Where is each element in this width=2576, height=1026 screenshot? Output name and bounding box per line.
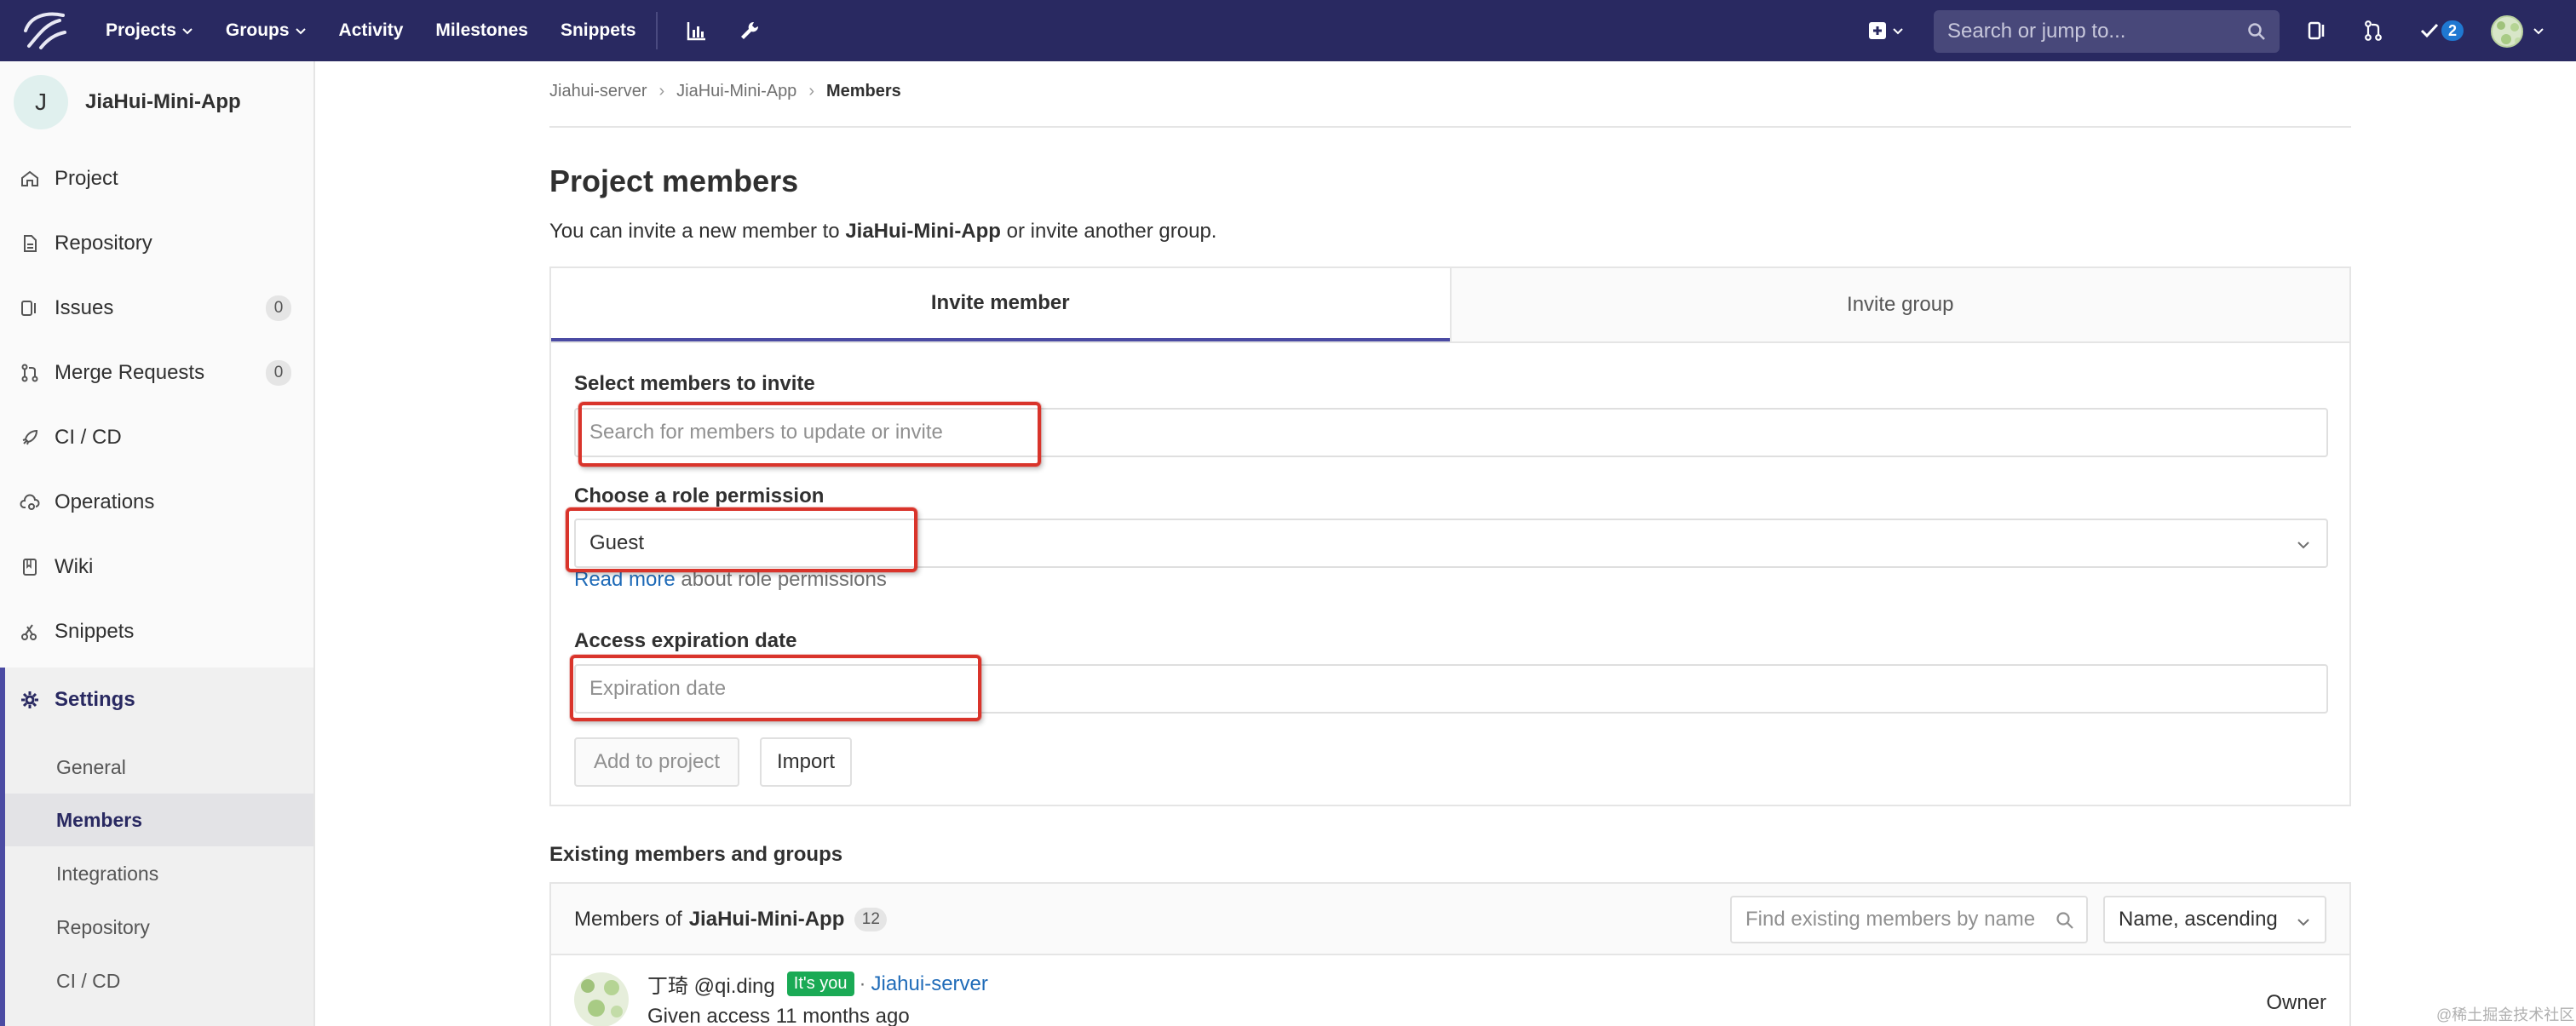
project-sidebar: J JiaHui-Mini-App Project Repository Iss… (0, 61, 315, 1026)
todo-count-badge[interactable]: 2 (2441, 20, 2464, 41)
global-search-input[interactable]: Search or jump to... (1934, 10, 2280, 53)
wrench-icon[interactable] (736, 17, 763, 44)
breadcrumb-chevron-icon: › (808, 82, 814, 100)
tab-invite-group[interactable]: Invite group (1449, 268, 2350, 341)
sidebar-project-name: JiaHui-Mini-App (85, 90, 241, 113)
read-more-link[interactable]: Read more (574, 568, 676, 591)
breadcrumb-chevron-icon: › (658, 82, 665, 100)
search-icon (2056, 912, 2073, 929)
member-group-link[interactable]: Jiahui-server (871, 972, 988, 996)
sidebar-item-project[interactable]: Project (0, 146, 313, 211)
settings-sub-general[interactable]: General (5, 741, 313, 794)
watermark: @稀土掘金技术社区 (2436, 1006, 2575, 1023)
doc-icon (19, 232, 41, 255)
page-title: Project members (549, 163, 799, 198)
invite-tabs: Invite member Invite group (551, 268, 2349, 343)
gitlab-logo-icon[interactable] (22, 9, 68, 53)
merge-request-icon (19, 362, 41, 384)
member-name-line: 丁琦 @qi.ding It's you · Jiahui-server (647, 969, 988, 999)
nav-divider (656, 12, 658, 49)
search-icon (2248, 23, 2265, 40)
sidebar-item-merge-requests[interactable]: Merge Requests 0 (0, 341, 313, 405)
sidebar-item-ci-cd[interactable]: CI / CD (0, 405, 313, 470)
merge-requests-count-badge: 0 (266, 360, 291, 386)
member-avatar[interactable] (574, 972, 629, 1026)
merge-request-icon[interactable] (2360, 17, 2387, 44)
top-navbar: Projects Groups Activity Milestones Snip… (0, 0, 2576, 61)
chevron-down-icon (295, 28, 306, 35)
settings-sub-ci-cd[interactable]: CI / CD (5, 954, 313, 1007)
chevron-down-icon (182, 28, 193, 35)
tab-invite-member[interactable]: Invite member (551, 268, 1450, 341)
settings-sub-repository[interactable]: Repository (5, 901, 313, 954)
its-you-badge: It's you (786, 972, 854, 996)
chevron-down-icon[interactable] (2530, 17, 2547, 44)
breadcrumb-current[interactable]: Members (826, 82, 901, 101)
chevron-down-icon (2297, 919, 2309, 926)
sort-select[interactable]: Name, ascending (2103, 896, 2326, 943)
existing-members-title: Existing members and groups (549, 843, 843, 866)
add-to-project-button[interactable]: Add to project (574, 737, 739, 787)
members-of-label: Members of JiaHui-Mini-App 12 (574, 908, 888, 931)
sidebar-item-operations[interactable]: Operations (0, 470, 313, 535)
member-role: Owner (2266, 991, 2326, 1014)
nav-activity[interactable]: Activity (339, 20, 404, 41)
gear-icon (19, 689, 41, 711)
breadcrumb-divider (549, 126, 2351, 128)
book-icon (19, 556, 41, 578)
issues-icon[interactable] (2303, 17, 2331, 44)
scissors-icon (19, 621, 41, 643)
plus-square-icon[interactable] (1864, 17, 1891, 44)
sidebar-project-header[interactable]: J JiaHui-Mini-App (14, 75, 241, 129)
import-button[interactable]: Import (760, 737, 852, 787)
expiration-date-input[interactable]: Expiration date (574, 664, 2328, 714)
chevron-down-icon[interactable] (1889, 17, 1906, 44)
expiration-label: Access expiration date (574, 629, 797, 652)
member-name[interactable]: 丁琦 @qi.ding (647, 969, 775, 999)
breadcrumb: Jiahui-server › JiaHui-Mini-App › Member… (549, 82, 901, 101)
rocket-icon (19, 427, 41, 449)
members-panel-header: Members of JiaHui-Mini-App 12 Find exist… (551, 884, 2349, 955)
sidebar-item-wiki[interactable]: Wiki (0, 535, 313, 599)
home-icon (19, 168, 41, 190)
user-avatar[interactable] (2491, 15, 2523, 48)
breadcrumb-group[interactable]: Jiahui-server (549, 82, 647, 101)
cloud-gear-icon (19, 491, 41, 513)
sidebar-item-snippets[interactable]: Snippets (0, 599, 313, 664)
member-row: 丁琦 @qi.ding It's you · Jiahui-server Giv… (551, 957, 2349, 1026)
sidebar-item-repository[interactable]: Repository (0, 211, 313, 276)
member-access-text: Given access 11 months ago (647, 1005, 910, 1026)
nav-milestones[interactable]: Milestones (435, 20, 528, 41)
project-avatar: J (14, 75, 68, 129)
breadcrumb-project[interactable]: JiaHui-Mini-App (676, 82, 796, 101)
settings-sub-integrations[interactable]: Integrations (5, 847, 313, 900)
chart-icon[interactable] (683, 17, 710, 44)
nav-groups[interactable]: Groups (226, 20, 307, 41)
nav-projects[interactable]: Projects (106, 20, 193, 41)
issues-count-badge: 0 (266, 295, 291, 321)
find-members-input[interactable]: Find existing members by name (1730, 896, 2088, 943)
role-permission-select[interactable]: Guest (574, 519, 2328, 568)
settings-group: Settings General Members Integrations Re… (0, 668, 313, 1026)
todo-check-icon[interactable] (2416, 17, 2443, 44)
role-permission-label: Choose a role permission (574, 484, 825, 507)
chevron-down-icon (2297, 542, 2309, 549)
members-search-input[interactable]: Search for members to update or invite (574, 408, 2328, 457)
nav-snippets[interactable]: Snippets (561, 20, 636, 41)
sidebar-item-issues[interactable]: Issues 0 (0, 276, 313, 341)
role-help-text: Read more about role permissions (574, 568, 887, 591)
page-intro: You can invite a new member to JiaHui-Mi… (549, 220, 1217, 243)
sidebar-item-settings[interactable]: Settings (0, 668, 313, 732)
invite-form: Select members to invite Search for memb… (551, 343, 2349, 805)
members-panel: Members of JiaHui-Mini-App 12 Find exist… (549, 882, 2351, 1026)
settings-sub-members[interactable]: Members (5, 794, 313, 846)
invite-panel: Invite member Invite group Select member… (549, 267, 2351, 806)
members-count-badge: 12 (854, 908, 888, 931)
select-members-label: Select members to invite (574, 372, 815, 395)
issues-icon (19, 297, 41, 319)
